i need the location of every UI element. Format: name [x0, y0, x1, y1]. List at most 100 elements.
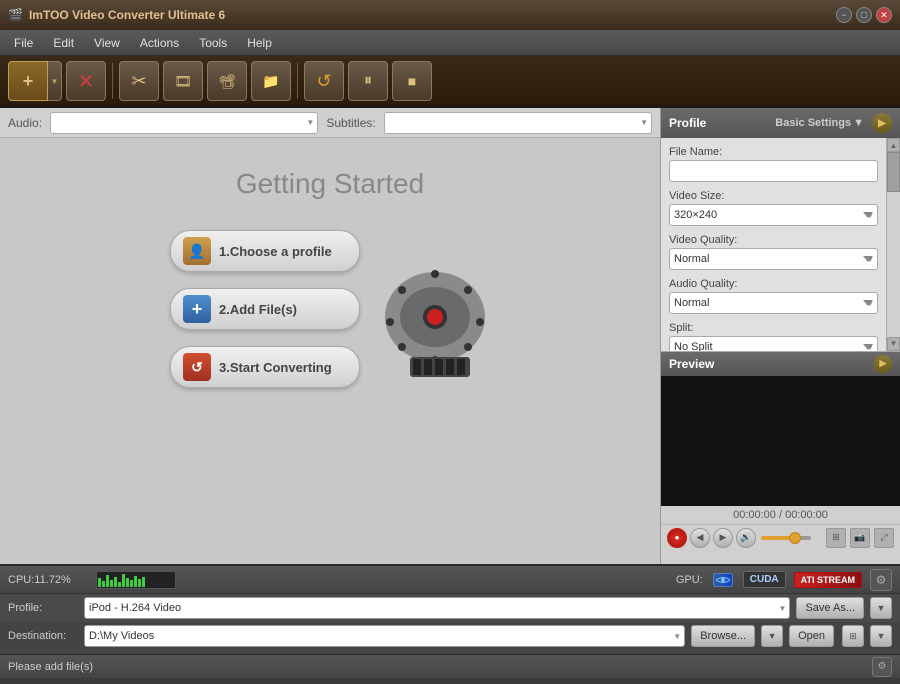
profile-row: Profile: iPod - H.264 Video ▼ Save As...… [0, 594, 900, 622]
menu-view[interactable]: View [84, 33, 130, 53]
add-files-gs-button[interactable]: + 2.Add File(s) [170, 288, 360, 330]
volume-button[interactable]: 🔊 [736, 528, 756, 548]
gs-buttons-col: 👤 1.Choose a profile + 2.Add File(s) ↺ 3… [170, 230, 360, 404]
scroll-thumb[interactable] [887, 152, 900, 192]
preview-screen [661, 376, 900, 506]
save-as-button[interactable]: Save As... [796, 597, 864, 619]
choose-profile-button[interactable]: 👤 1.Choose a profile [170, 230, 360, 272]
cpu-graph [96, 571, 176, 589]
profile-fields: File Name: Video Size: 320×240 640×480 1… [661, 138, 886, 351]
subtitles-select[interactable] [384, 112, 652, 134]
preview-time: 00:00:00 / 00:00:00 [661, 506, 900, 524]
fullscreen-button[interactable]: ⤢ [874, 528, 894, 548]
profile-header-right: Basic Settings ▼ ▶ [775, 113, 892, 133]
cpu-bar-10 [134, 576, 137, 587]
video-quality-select[interactable]: Normal High Low [669, 248, 878, 270]
minimize-button[interactable]: − [836, 7, 852, 23]
ati-stream-button[interactable]: ATI STREAM [794, 572, 862, 588]
status-icon-button[interactable]: ⚙ [872, 657, 892, 677]
pause-button[interactable]: ⏸ [348, 61, 388, 101]
menu-actions[interactable]: Actions [130, 33, 189, 53]
cpu-bar-9 [130, 580, 133, 586]
browse-dropdown[interactable]: ▼ [761, 625, 783, 647]
add-files-dropdown[interactable]: ▼ [48, 61, 62, 101]
open-button[interactable]: Open [789, 625, 834, 647]
gpu-settings-button[interactable]: ⚙ [870, 569, 892, 591]
preview-controls: ● ◀ ▶ 🔊 ⊞ 📷 ⤢ [661, 524, 900, 551]
subtitles-select-wrapper: ▼ [384, 112, 652, 134]
profile-bottom-label: Profile: [8, 602, 78, 614]
cuda-button[interactable]: CUDA [743, 571, 786, 588]
file-name-input[interactable] [669, 160, 878, 182]
getting-started-title: Getting Started [236, 168, 424, 200]
volume-slider[interactable] [761, 536, 811, 540]
destination-label: Destination: [8, 630, 78, 642]
cut-button[interactable]: ✂ [119, 61, 159, 101]
thumbnail-button[interactable]: 🎞 [163, 61, 203, 101]
app-icon: 🎬 [8, 8, 23, 22]
menu-file[interactable]: File [4, 33, 43, 53]
toolbar: + ▼ ✕ ✂ 🎞 📽 📁 ↺ ⏸ ■ [0, 56, 900, 108]
snapshot-button[interactable]: ⊞ [826, 528, 846, 548]
status-text: Please add file(s) [8, 661, 93, 673]
close-button[interactable]: ✕ [876, 7, 892, 23]
menubar: File Edit View Actions Tools Help [0, 30, 900, 56]
merge-button[interactable]: 📁 [251, 61, 291, 101]
profile-select-wrapper: iPod - H.264 Video ▼ [84, 597, 790, 619]
titlebar-title: 🎬 ImTOO Video Converter Ultimate 6 [8, 8, 225, 22]
toolbar-separator-2 [297, 63, 298, 99]
toolbar-separator-1 [112, 63, 113, 99]
destination-extra-2[interactable]: ▼ [870, 625, 892, 647]
play-prev-button[interactable]: ◀ [690, 528, 710, 548]
cpu-bar-6 [118, 582, 121, 586]
menu-edit[interactable]: Edit [43, 33, 84, 53]
video-quality-field: Video Quality: Normal High Low ▼ [669, 234, 878, 270]
profile-scrollbar[interactable]: ▲ ▼ [886, 138, 900, 351]
save-as-dropdown[interactable]: ▼ [870, 597, 892, 619]
cpu-bar-8 [126, 578, 129, 586]
scroll-down-button[interactable]: ▼ [887, 337, 900, 351]
destination-select[interactable]: D:\My Videos [84, 625, 685, 647]
destination-extra-1[interactable]: ⊞ [842, 625, 864, 647]
menu-tools[interactable]: Tools [189, 33, 237, 53]
video-quality-label: Video Quality: [669, 234, 878, 246]
convert-button[interactable]: ↺ [304, 61, 344, 101]
cpu-bar-3 [106, 575, 109, 586]
profile-area: File Name: Video Size: 320×240 640×480 1… [661, 138, 900, 351]
scroll-up-button[interactable]: ▲ [887, 138, 900, 152]
media-bar: Audio: ▼ Subtitles: ▼ [0, 108, 660, 138]
cpu-bar-7 [122, 574, 125, 587]
add-files-button[interactable]: + [8, 61, 48, 101]
destination-select-wrapper: D:\My Videos ▼ [84, 625, 685, 647]
left-panel: Audio: ▼ Subtitles: ▼ Getting Started [0, 108, 660, 564]
audio-quality-label: Audio Quality: [669, 278, 878, 290]
play-button[interactable]: ▶ [713, 528, 733, 548]
stop-button[interactable]: ■ [392, 61, 432, 101]
video-size-select[interactable]: 320×240 640×480 1280×720 [669, 204, 878, 226]
volume-thumb[interactable] [789, 532, 801, 544]
film-button[interactable]: 📽 [207, 61, 247, 101]
choose-profile-icon: 👤 [183, 237, 211, 265]
audio-select[interactable] [50, 112, 318, 134]
maximize-button[interactable]: □ [856, 7, 872, 23]
delete-button[interactable]: ✕ [66, 61, 106, 101]
audio-quality-field: Audio Quality: Normal High Low ▼ [669, 278, 878, 314]
profile-expand-button[interactable]: ▶ [872, 113, 892, 133]
titlebar: 🎬 ImTOO Video Converter Ultimate 6 − □ ✕ [0, 0, 900, 30]
record-button[interactable]: ● [667, 528, 687, 548]
split-select[interactable]: No Split By Size By Time [669, 336, 878, 351]
browse-button[interactable]: Browse... [691, 625, 755, 647]
add-files-label: 2.Add File(s) [219, 302, 297, 317]
start-converting-button[interactable]: ↺ 3.Start Converting [170, 346, 360, 388]
audio-label: Audio: [8, 116, 42, 130]
cpu-bar-1 [98, 578, 101, 586]
split-select-wrapper: No Split By Size By Time ▼ [669, 336, 878, 351]
gpu-eye-icon [716, 575, 730, 585]
audio-quality-select[interactable]: Normal High Low [669, 292, 878, 314]
profile-bottom-select[interactable]: iPod - H.264 Video [84, 597, 790, 619]
preview-expand-button[interactable]: ▶ [874, 355, 892, 373]
camera-button[interactable]: 📷 [850, 528, 870, 548]
basic-settings-button[interactable]: Basic Settings ▼ [775, 117, 864, 129]
menu-help[interactable]: Help [237, 33, 282, 53]
split-field: Split: No Split By Size By Time ▼ [669, 322, 878, 351]
